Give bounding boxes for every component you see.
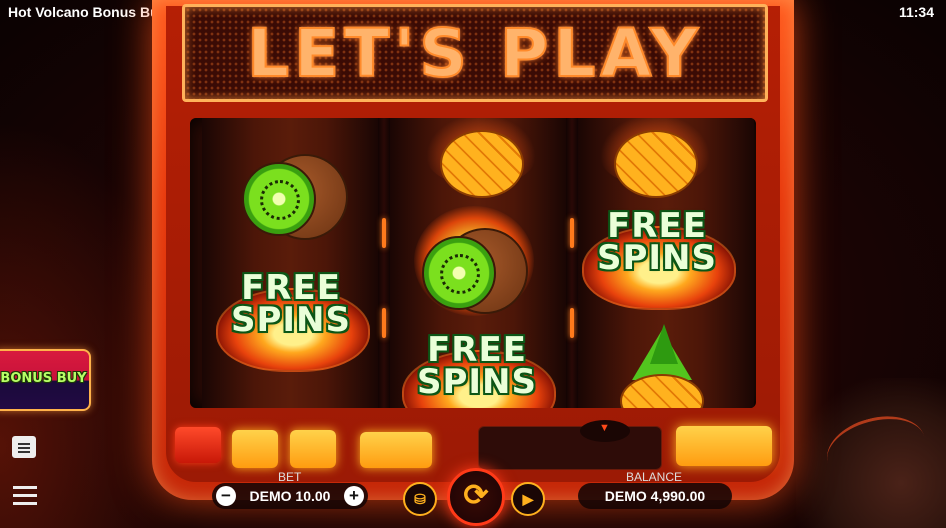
reel-3: FREE SPINS xyxy=(578,118,754,408)
cabinet-button xyxy=(232,430,278,468)
kiwi-seeds xyxy=(440,254,480,294)
coin-slot xyxy=(478,426,662,470)
marquee-text: LET'S PLAY xyxy=(246,14,703,93)
history-icon[interactable] xyxy=(12,436,36,458)
coin-slot-arrow-icon xyxy=(580,420,630,442)
coin-stack-icon[interactable]: ⛁ xyxy=(403,482,437,516)
free-spins-line2: SPINS xyxy=(417,362,537,402)
free-spins-line2: SPINS xyxy=(231,300,351,340)
cabinet-button xyxy=(290,430,336,468)
free-spins-symbol: FREE SPINS xyxy=(582,206,736,310)
balance-value: DEMO 4,990.00 xyxy=(578,483,732,509)
reel-1: FREE SPINS xyxy=(202,118,378,408)
free-spins-symbol: FREE SPINS xyxy=(402,330,556,408)
kiwi-symbol xyxy=(422,228,528,314)
reel-separator xyxy=(378,118,390,408)
pineapple-symbol xyxy=(426,118,536,198)
free-spins-line2: SPINS xyxy=(597,238,717,278)
bet-control: − DEMO 10.00 + xyxy=(212,483,368,509)
pineapple-leaves xyxy=(650,324,678,364)
cabinet-button xyxy=(676,426,772,466)
reel-2: FREE SPINS xyxy=(390,118,566,408)
marquee-sign: LET'S PLAY xyxy=(182,4,768,102)
bet-increase-button[interactable]: + xyxy=(344,486,364,506)
free-spins-text: FREE SPINS xyxy=(582,209,732,278)
reels-window: FREE SPINS FREE SPINS FREE SPINS xyxy=(190,118,756,408)
free-spins-text: FREE SPINS xyxy=(216,271,366,340)
spin-button[interactable]: ⟳ xyxy=(447,468,505,526)
pineapple-symbol xyxy=(600,118,710,198)
cabinet-button xyxy=(360,432,432,468)
kiwi-symbol xyxy=(242,154,348,240)
autoplay-icon[interactable]: ▶ xyxy=(511,482,545,516)
kiwi-seeds xyxy=(260,180,300,220)
app-title: Hot Volcano Bonus Buy xyxy=(8,4,167,20)
pineapple-body xyxy=(614,130,698,198)
clock: 11:34 xyxy=(898,4,934,20)
menu-icon[interactable] xyxy=(13,486,37,506)
bet-decrease-button[interactable]: − xyxy=(216,486,236,506)
pineapple-body xyxy=(440,130,524,198)
background-rock xyxy=(796,378,946,528)
pineapple-symbol xyxy=(600,324,720,408)
bonus-buy-label: BONUS BUY xyxy=(0,371,87,386)
spin-icon: ⟳ xyxy=(463,479,489,512)
cabinet-button-red xyxy=(175,427,221,463)
bet-value: DEMO 10.00 xyxy=(249,488,331,504)
reel-separator xyxy=(566,118,578,408)
free-spins-symbol: FREE SPINS xyxy=(216,268,370,372)
bonus-buy-button[interactable]: BONUS BUY xyxy=(0,349,91,411)
balance-label: BALANCE xyxy=(626,470,683,484)
bet-label: BET xyxy=(278,470,302,484)
free-spins-text: FREE SPINS xyxy=(402,333,552,402)
